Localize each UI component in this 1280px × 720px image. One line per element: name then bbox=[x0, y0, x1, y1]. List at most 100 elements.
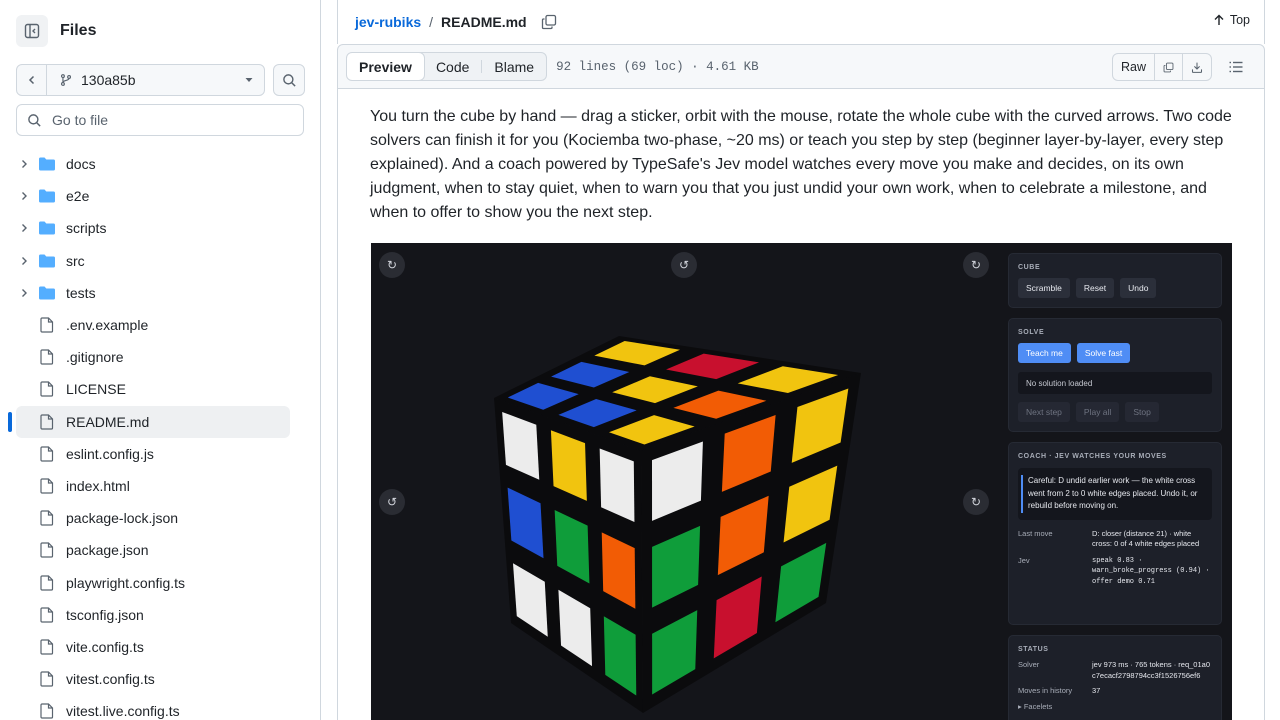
download-button[interactable] bbox=[1183, 54, 1211, 80]
teach-me-button: Teach me bbox=[1018, 343, 1071, 363]
file-icon bbox=[38, 671, 56, 687]
tree-file[interactable]: vite.config.ts bbox=[16, 631, 290, 663]
tree-item-label: index.html bbox=[66, 477, 130, 494]
next-step-button: Next step bbox=[1018, 402, 1070, 422]
copy-raw-button[interactable] bbox=[1155, 54, 1183, 80]
scramble-button: Scramble bbox=[1018, 278, 1070, 298]
folder-icon bbox=[38, 156, 56, 172]
tree-item-label: vitest.live.config.ts bbox=[66, 703, 180, 720]
top-label: Top bbox=[1229, 13, 1250, 27]
coach-accent-bar bbox=[1021, 475, 1023, 513]
file-icon bbox=[38, 381, 56, 398]
coach-panel-title: COACH · JEV WATCHES YOUR MOVES bbox=[1018, 453, 1167, 460]
tree-item-label: tests bbox=[66, 284, 96, 301]
tree-folder[interactable]: src bbox=[16, 245, 290, 277]
tree-file[interactable]: .env.example bbox=[16, 309, 290, 341]
moves-label: Moves in history bbox=[1018, 686, 1073, 695]
breadcrumb-separator: / bbox=[429, 14, 434, 30]
copy-icon bbox=[541, 14, 556, 30]
top-button[interactable]: Top bbox=[1213, 13, 1250, 27]
tree-file[interactable]: vitest.live.config.ts bbox=[16, 695, 290, 720]
facelets-toggle: ▸ Facelets bbox=[1018, 701, 1053, 711]
file-icon bbox=[38, 607, 56, 623]
tree-file[interactable]: tsconfig.json bbox=[16, 599, 290, 631]
tree-item-label: package-lock.json bbox=[66, 510, 179, 527]
file-info: 92 lines (69 loc) · 4.61 KB bbox=[556, 59, 759, 74]
chevron-right-icon[interactable] bbox=[16, 159, 32, 169]
repo-link[interactable]: jev-rubiks bbox=[355, 14, 421, 30]
status-panel: STATUS Solver jev 973 ms · 765 tokens · … bbox=[1008, 635, 1222, 720]
tree-file[interactable]: package.json bbox=[16, 534, 290, 566]
chevron-right-icon[interactable] bbox=[16, 191, 32, 201]
raw-button[interactable]: Raw bbox=[1113, 54, 1155, 80]
tree-file[interactable]: playwright.config.ts bbox=[16, 566, 290, 598]
chevron-right-icon[interactable] bbox=[16, 256, 32, 266]
tree-item-label: README.md bbox=[66, 413, 150, 430]
cube-panel: CUBE Scramble Reset Undo bbox=[1008, 253, 1222, 308]
copy-icon bbox=[1163, 62, 1174, 72]
tree-folder[interactable]: scripts bbox=[16, 212, 290, 244]
solver-label: Solver bbox=[1018, 660, 1040, 669]
last-move-label: Last move bbox=[1018, 528, 1053, 538]
tab-blame[interactable]: Blame bbox=[482, 53, 546, 80]
undo-button: Undo bbox=[1120, 278, 1157, 298]
tree-item-label: vite.config.ts bbox=[66, 638, 144, 655]
solve-panel: SOLVE Teach me Solve fast No solution lo… bbox=[1008, 318, 1222, 432]
file-actions: Raw bbox=[1112, 53, 1250, 81]
copy-path-button[interactable] bbox=[541, 14, 557, 30]
file-icon bbox=[38, 703, 56, 719]
tree-file[interactable]: README.md bbox=[8, 405, 290, 438]
chevron-right-icon[interactable] bbox=[16, 223, 32, 233]
branch-dropdown[interactable]: 130a85b bbox=[47, 72, 264, 88]
active-indicator bbox=[8, 411, 12, 432]
back-button[interactable] bbox=[17, 65, 47, 95]
tree-folder[interactable]: docs bbox=[16, 148, 290, 180]
coach-panel: COACH · JEV WATCHES YOUR MOVES Careful: … bbox=[1008, 442, 1222, 625]
tab-preview[interactable]: Preview bbox=[347, 53, 425, 80]
go-to-file-input[interactable] bbox=[52, 112, 282, 128]
tree-folder[interactable]: e2e bbox=[16, 180, 290, 212]
chevron-left-icon bbox=[28, 75, 34, 85]
folder-icon bbox=[38, 253, 56, 269]
file-icon bbox=[38, 478, 56, 494]
tree-folder[interactable]: tests bbox=[16, 277, 290, 309]
readme-paragraph: You turn the cube by hand — drag a stick… bbox=[370, 108, 1232, 221]
branch-selector: 130a85b bbox=[16, 64, 265, 96]
tree-item-label: playwright.config.ts bbox=[66, 574, 186, 591]
tree-file[interactable]: LICENSE bbox=[16, 373, 290, 405]
breadcrumb: jev-rubiks / README.md Top bbox=[337, 0, 1265, 44]
go-to-file bbox=[16, 104, 304, 136]
tree-file[interactable]: package-lock.json bbox=[16, 502, 290, 534]
app-screenshot: ↻ ↺ ↻ ↺ ↻ CUBE Scramble Reset Undo SOLVE… bbox=[371, 243, 1232, 720]
coach-message: Careful: D undid earlier work — the whit… bbox=[1028, 476, 1198, 510]
download-icon bbox=[1191, 62, 1203, 73]
cube-left-face bbox=[494, 398, 643, 713]
stop-button: Stop bbox=[1125, 402, 1159, 422]
solve-panel-title: SOLVE bbox=[1018, 329, 1045, 336]
file-icon bbox=[38, 413, 56, 430]
sidebar-collapse-icon bbox=[24, 23, 40, 39]
tab-code[interactable]: Code bbox=[424, 53, 481, 80]
file-icon bbox=[38, 349, 56, 365]
chevron-right-icon[interactable] bbox=[16, 288, 32, 298]
sidebar-title: Files bbox=[60, 22, 97, 39]
last-move-value: D: closer (distance 21) · white cross: 0… bbox=[1092, 528, 1200, 549]
tree-file[interactable]: .gitignore bbox=[16, 341, 290, 373]
collapse-sidebar-button[interactable] bbox=[16, 15, 48, 47]
file-tree-sidebar: Files 130a85b docse2escriptssrctests.e bbox=[0, 0, 321, 720]
branch-name: 130a85b bbox=[81, 72, 136, 88]
list-icon bbox=[1229, 61, 1243, 73]
outline-button[interactable] bbox=[1222, 53, 1250, 81]
tree-item-label: e2e bbox=[66, 188, 90, 205]
tree-item-label: package.json bbox=[66, 542, 149, 559]
tree-file[interactable]: eslint.config.js bbox=[16, 438, 290, 470]
cube-panel-title: CUBE bbox=[1018, 264, 1041, 271]
search-button[interactable] bbox=[273, 64, 305, 96]
tree-file[interactable]: vitest.config.ts bbox=[16, 663, 290, 695]
file-icon bbox=[38, 542, 56, 558]
tree-file[interactable]: index.html bbox=[16, 470, 290, 502]
folder-icon bbox=[38, 188, 56, 204]
tree-item-label: eslint.config.js bbox=[66, 445, 154, 462]
readme-content: You turn the cube by hand — drag a stick… bbox=[337, 89, 1265, 720]
file-icon bbox=[38, 574, 56, 591]
